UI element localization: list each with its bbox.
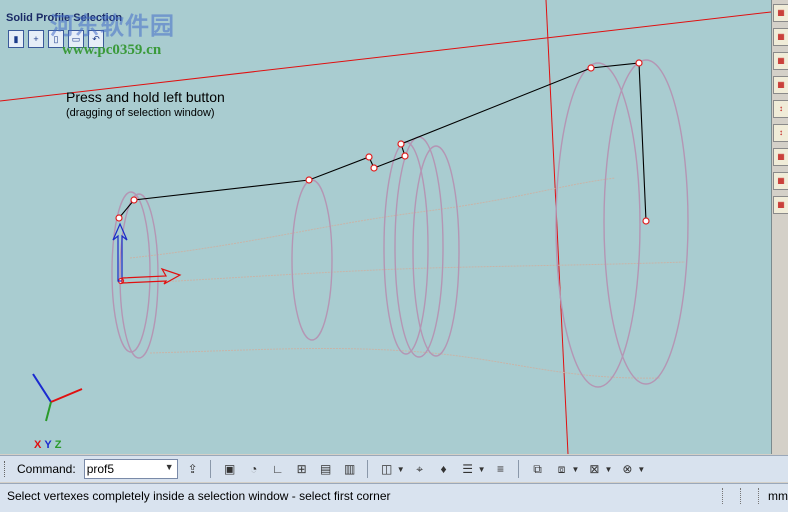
ring-4a (555, 62, 641, 388)
toolbar-icon-8[interactable]: ▦ (773, 172, 788, 190)
vertex[interactable] (130, 196, 138, 204)
vertex[interactable] (115, 214, 123, 222)
section-icon[interactable]: ⊞ (293, 460, 311, 478)
list-icon[interactable]: ≡ (492, 460, 510, 478)
vertex[interactable] (587, 64, 595, 72)
status-message: Select vertexes completely inside a sele… (7, 489, 391, 503)
chevron-down-icon[interactable]: ▼ (165, 462, 174, 472)
grid-icon[interactable]: ▤ (317, 460, 335, 478)
axis-y-label: Y (44, 439, 52, 451)
scene-canvas[interactable] (0, 0, 771, 454)
axis-x-label: X (34, 439, 42, 451)
watermark-brand: 河东软件园 (50, 13, 175, 40)
select-filter-icon[interactable]: ⧈ (553, 460, 571, 478)
select-all-icon[interactable]: ⧉ (529, 460, 547, 478)
vertex[interactable] (370, 164, 378, 172)
graphics-viewport[interactable]: Solid Profile Selection ▮ + ▯ ▭ ↶ 河东软件园 … (0, 0, 772, 454)
instruction-sub: (dragging of selection window) (66, 107, 215, 119)
cancel-select-icon[interactable]: ⊗ (618, 460, 636, 478)
axis-label-group: XYZ (34, 439, 64, 451)
tree-icon[interactable]: ☰ (459, 460, 477, 478)
command-input[interactable] (86, 462, 159, 476)
status-separator (722, 488, 724, 504)
ring-1b (119, 193, 159, 359)
vertical-guide-line (545, 0, 569, 454)
toolbar-icon-4[interactable]: ▦ (773, 76, 788, 94)
ring-2 (291, 179, 333, 341)
toolbar-icon-2[interactable]: ▦ (773, 28, 788, 46)
command-combo[interactable]: ▼ (83, 459, 178, 479)
deselect-icon[interactable]: ⊠ (585, 460, 603, 478)
box-solid-icon[interactable]: ▣ (221, 460, 239, 478)
toolbar-icon-7[interactable]: ▦ (773, 148, 788, 166)
dropdown-arrow-icon[interactable]: ▼ (397, 465, 405, 474)
toolbar-separator (366, 460, 368, 478)
toolbar-icon-1[interactable]: ▦ (773, 4, 788, 22)
toolbar-icon-5[interactable]: ↕ (773, 100, 788, 118)
status-separator (740, 488, 742, 504)
dropdown-arrow-icon[interactable]: ▼ (604, 465, 612, 474)
paint-icon[interactable]: ♦ (435, 460, 453, 478)
dropdown-arrow-icon[interactable]: ▼ (478, 465, 486, 474)
surface-curve-top (129, 177, 616, 259)
select-tool-icon[interactable]: ▮ (8, 30, 24, 48)
toolbar-separator (517, 460, 519, 478)
ring-3a (383, 141, 429, 355)
frame-icon[interactable]: ▥ (341, 460, 359, 478)
vertex[interactable] (401, 152, 409, 160)
toolbar-icon-9[interactable]: ▦ (773, 196, 788, 214)
dropdown-arrow-icon[interactable]: ▼ (572, 465, 580, 474)
vertex[interactable] (642, 217, 650, 225)
instruction-main: Press and hold left button (66, 89, 225, 105)
toolbar-grip[interactable] (4, 461, 9, 477)
toolbar-separator (209, 460, 211, 478)
surface-curve-bottom (149, 347, 661, 379)
command-label: Command: (17, 462, 76, 476)
sweep-icon[interactable]: ◔ (245, 460, 263, 478)
vertex[interactable] (635, 59, 643, 67)
snap-icon[interactable]: ⌖ (411, 460, 429, 478)
layers-icon[interactable]: ◫ (378, 460, 396, 478)
vertex[interactable] (365, 153, 373, 161)
toolbar-icon-6[interactable]: ↕ (773, 124, 788, 142)
right-toolbar: ▦ ▦ ▦ ▦ ↕ ↕ ▦ ▦ ▦ (772, 0, 788, 454)
instruction-overlay: Press and hold left button (dragging of … (66, 89, 225, 119)
profile-polyline (118, 62, 647, 222)
export-icon[interactable]: ⇪ (184, 460, 202, 478)
watermark-url: www.pc0359.cn (62, 42, 162, 58)
dropdown-arrow-icon[interactable]: ▼ (637, 465, 645, 474)
toolbar-icon-3[interactable]: ▦ (773, 52, 788, 70)
world-axis-triad (32, 373, 83, 422)
status-unit: mm (768, 489, 788, 503)
vertex[interactable] (305, 176, 313, 184)
status-bar: Select vertexes completely inside a sele… (0, 483, 788, 512)
status-separator (758, 488, 760, 504)
vertex[interactable] (397, 140, 405, 148)
command-toolbar: Command: ▼ ⇪ ▣ ◔ ∟ ⊞ ▤ ▥ ◫▼ ⌖ ♦ ☰▼ ≡ ⧉ ⧈… (0, 455, 788, 482)
l-profile-icon[interactable]: ∟ (269, 460, 287, 478)
axis-z-label: Z (54, 439, 62, 451)
add-tool-icon[interactable]: + (28, 30, 44, 48)
